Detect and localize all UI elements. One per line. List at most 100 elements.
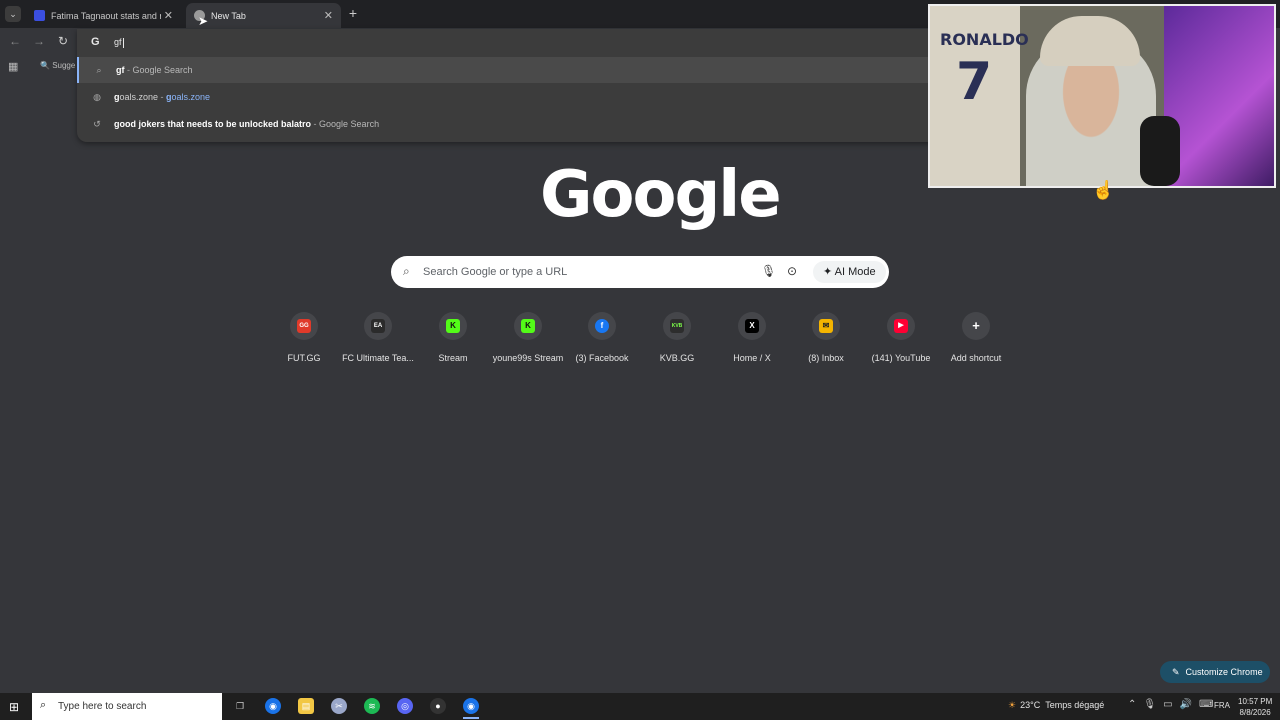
- ea-icon: EA: [371, 319, 385, 333]
- shortcut-inbox[interactable]: ✉ (8) Inbox: [789, 312, 863, 372]
- address-typed-text: gf: [114, 37, 122, 47]
- back-arrow-icon[interactable]: ←: [7, 34, 23, 48]
- apps-grid-icon[interactable]: ▦: [8, 60, 18, 73]
- microphone-icon[interactable]: 🎙: [761, 264, 776, 278]
- volume-icon[interactable]: 🔊: [1180, 699, 1192, 710]
- suggestion-row[interactable]: ⌕ gf - Google Search: [77, 57, 937, 83]
- google-lens-icon[interactable]: ⊙: [787, 264, 797, 278]
- shortcut-label: Home / X: [733, 353, 771, 363]
- search-input[interactable]: [423, 262, 743, 282]
- mouse-pointer-icon: ➤: [198, 14, 209, 28]
- forward-arrow-icon[interactable]: →: [31, 34, 47, 48]
- taskbar-search-placeholder: Type here to search: [58, 701, 147, 712]
- shortcut-kvbgg[interactable]: KVB KVB.GG: [640, 312, 714, 372]
- taskbar-search[interactable]: ⌕ Type here to search: [32, 693, 222, 720]
- file-explorer-icon[interactable]: ▤: [298, 698, 314, 714]
- windows-start-icon[interactable]: ⊞: [9, 700, 19, 714]
- google-g-icon: G: [91, 36, 100, 48]
- shortcut-stream[interactable]: K Stream: [416, 312, 490, 372]
- weather-widget[interactable]: ☀ 23°C Temps dégagé: [1008, 700, 1104, 711]
- shortcut-label: (8) Inbox: [808, 353, 844, 363]
- google-logo: Google: [540, 158, 782, 232]
- pencil-icon: ✎: [1172, 667, 1180, 677]
- reload-icon[interactable]: ↻: [55, 34, 71, 48]
- suggestion-text: goals.zone - goals.zone: [114, 92, 211, 102]
- sun-icon: ☀: [1008, 700, 1017, 710]
- kick-icon: K: [446, 319, 460, 333]
- jersey-background: RONALDO 7: [930, 6, 1029, 186]
- task-view-icon[interactable]: ❐: [232, 698, 248, 714]
- microphone: [1140, 116, 1180, 186]
- chrome-icon[interactable]: ◉: [265, 698, 281, 714]
- jersey-number: 7: [956, 52, 993, 112]
- suggestion-text: good jokers that needs to be unlocked ba…: [114, 119, 380, 129]
- chrome-active-icon[interactable]: ◉: [463, 698, 479, 714]
- inbox-icon: ✉: [819, 319, 833, 333]
- shortcut-label: (3) Facebook: [575, 353, 629, 363]
- ai-mode-label: AI Mode: [834, 266, 876, 278]
- plus-icon: +: [972, 318, 980, 333]
- active-app-indicator: [463, 717, 479, 719]
- jersey-name: RONALDO: [940, 30, 1029, 49]
- shortcut-label: FC Ultimate Tea...: [342, 353, 414, 363]
- bookmark-suggestions[interactable]: 🔍 Sugge: [40, 61, 75, 70]
- suggestion-text: gf - Google Search: [116, 65, 193, 75]
- x-logo-icon: X: [745, 319, 759, 333]
- shortcut-youtube[interactable]: ▶ (141) YouTube: [864, 312, 938, 372]
- customize-chrome-label: Customize Chrome: [1185, 667, 1263, 677]
- tab-close-icon[interactable]: ✕: [164, 9, 173, 22]
- system-tray: ⌃ 🎙 ▭ 🔊 ⌨: [1128, 699, 1220, 710]
- weather-temperature: 23°C: [1020, 700, 1041, 710]
- shortcut-label: youne99s Stream: [492, 353, 564, 363]
- kvbgg-icon: KVB: [670, 319, 684, 333]
- facebook-icon: f: [595, 319, 609, 333]
- suggestion-row[interactable]: ↺ good jokers that needs to be unlocked …: [77, 111, 937, 137]
- shortcut-futgg[interactable]: GG FUT.GG: [267, 312, 341, 372]
- network-icon[interactable]: ▭: [1163, 699, 1172, 710]
- weather-description: Temps dégagé: [1045, 700, 1105, 710]
- search-icon: ⌕: [403, 264, 410, 278]
- youtube-icon: ▶: [894, 319, 908, 333]
- suggestion-row[interactable]: ◍ goals.zone - goals.zone: [77, 84, 937, 110]
- new-tab-plus-icon[interactable]: +: [345, 5, 361, 21]
- hand-pointer-icon: ☝: [1092, 180, 1115, 200]
- search-box[interactable]: ⌕ 🎙 ⊙ ✦ AI Mode: [391, 256, 889, 288]
- shortcut-add[interactable]: + Add shortcut: [939, 312, 1013, 372]
- chevron-up-icon[interactable]: ⌃: [1128, 699, 1136, 710]
- search-icon: ⌕: [40, 699, 47, 711]
- streamer-cap: [1040, 16, 1140, 66]
- shortcut-label: Add shortcut: [950, 353, 1002, 363]
- purple-wall-art: [1164, 6, 1274, 186]
- search-icon: ⌕: [96, 65, 102, 75]
- shortcut-home-x[interactable]: X Home / X: [715, 312, 789, 372]
- language-indicator[interactable]: FRA: [1214, 701, 1230, 710]
- spotify-icon[interactable]: ≋: [364, 698, 380, 714]
- tab-title: Fatima Tagnaout stats and ratin: [51, 10, 161, 21]
- address-bar[interactable]: G gf: [77, 29, 937, 55]
- clock-time: 10:57 PM: [1238, 697, 1273, 706]
- clock-date: 8/8/2026: [1239, 708, 1271, 717]
- shortcut-label: Stream: [438, 353, 468, 363]
- webcam-overlay: RONALDO 7: [928, 4, 1276, 188]
- text-caret: [122, 37, 124, 48]
- tab-close-icon[interactable]: ✕: [324, 9, 333, 22]
- tab-fatima-stats[interactable]: Fatima Tagnaout stats and ratin ✕: [26, 3, 181, 28]
- history-icon: ↺: [93, 119, 101, 129]
- obs-icon[interactable]: ●: [430, 698, 446, 714]
- shortcut-label: KVB.GG: [659, 353, 695, 363]
- omnibox-dropdown: G gf ⌕ gf - Google Search ◍ goals.zone -…: [77, 29, 937, 142]
- keyboard-icon[interactable]: ⌨: [1199, 699, 1213, 710]
- address-input[interactable]: gf: [114, 37, 124, 48]
- clock[interactable]: 10:57 PM 8/8/2026: [1238, 696, 1272, 718]
- ai-mode-button[interactable]: ✦ AI Mode: [813, 261, 886, 283]
- customize-chrome-button[interactable]: ✎ Customize Chrome: [1160, 661, 1270, 683]
- shortcut-facebook[interactable]: f (3) Facebook: [565, 312, 639, 372]
- shortcut-fc-ultimate-team[interactable]: EA FC Ultimate Tea...: [341, 312, 415, 372]
- tab-search-chevron-icon[interactable]: ⌄: [5, 6, 21, 22]
- tab-new-tab[interactable]: New Tab ✕: [186, 3, 341, 28]
- tab-title: New Tab: [211, 10, 246, 21]
- discord-icon[interactable]: ◎: [397, 698, 413, 714]
- microphone-icon[interactable]: 🎙: [1143, 699, 1156, 710]
- shortcut-youne99s-stream[interactable]: K youne99s Stream: [491, 312, 565, 372]
- snipping-tool-icon[interactable]: ✂: [331, 698, 347, 714]
